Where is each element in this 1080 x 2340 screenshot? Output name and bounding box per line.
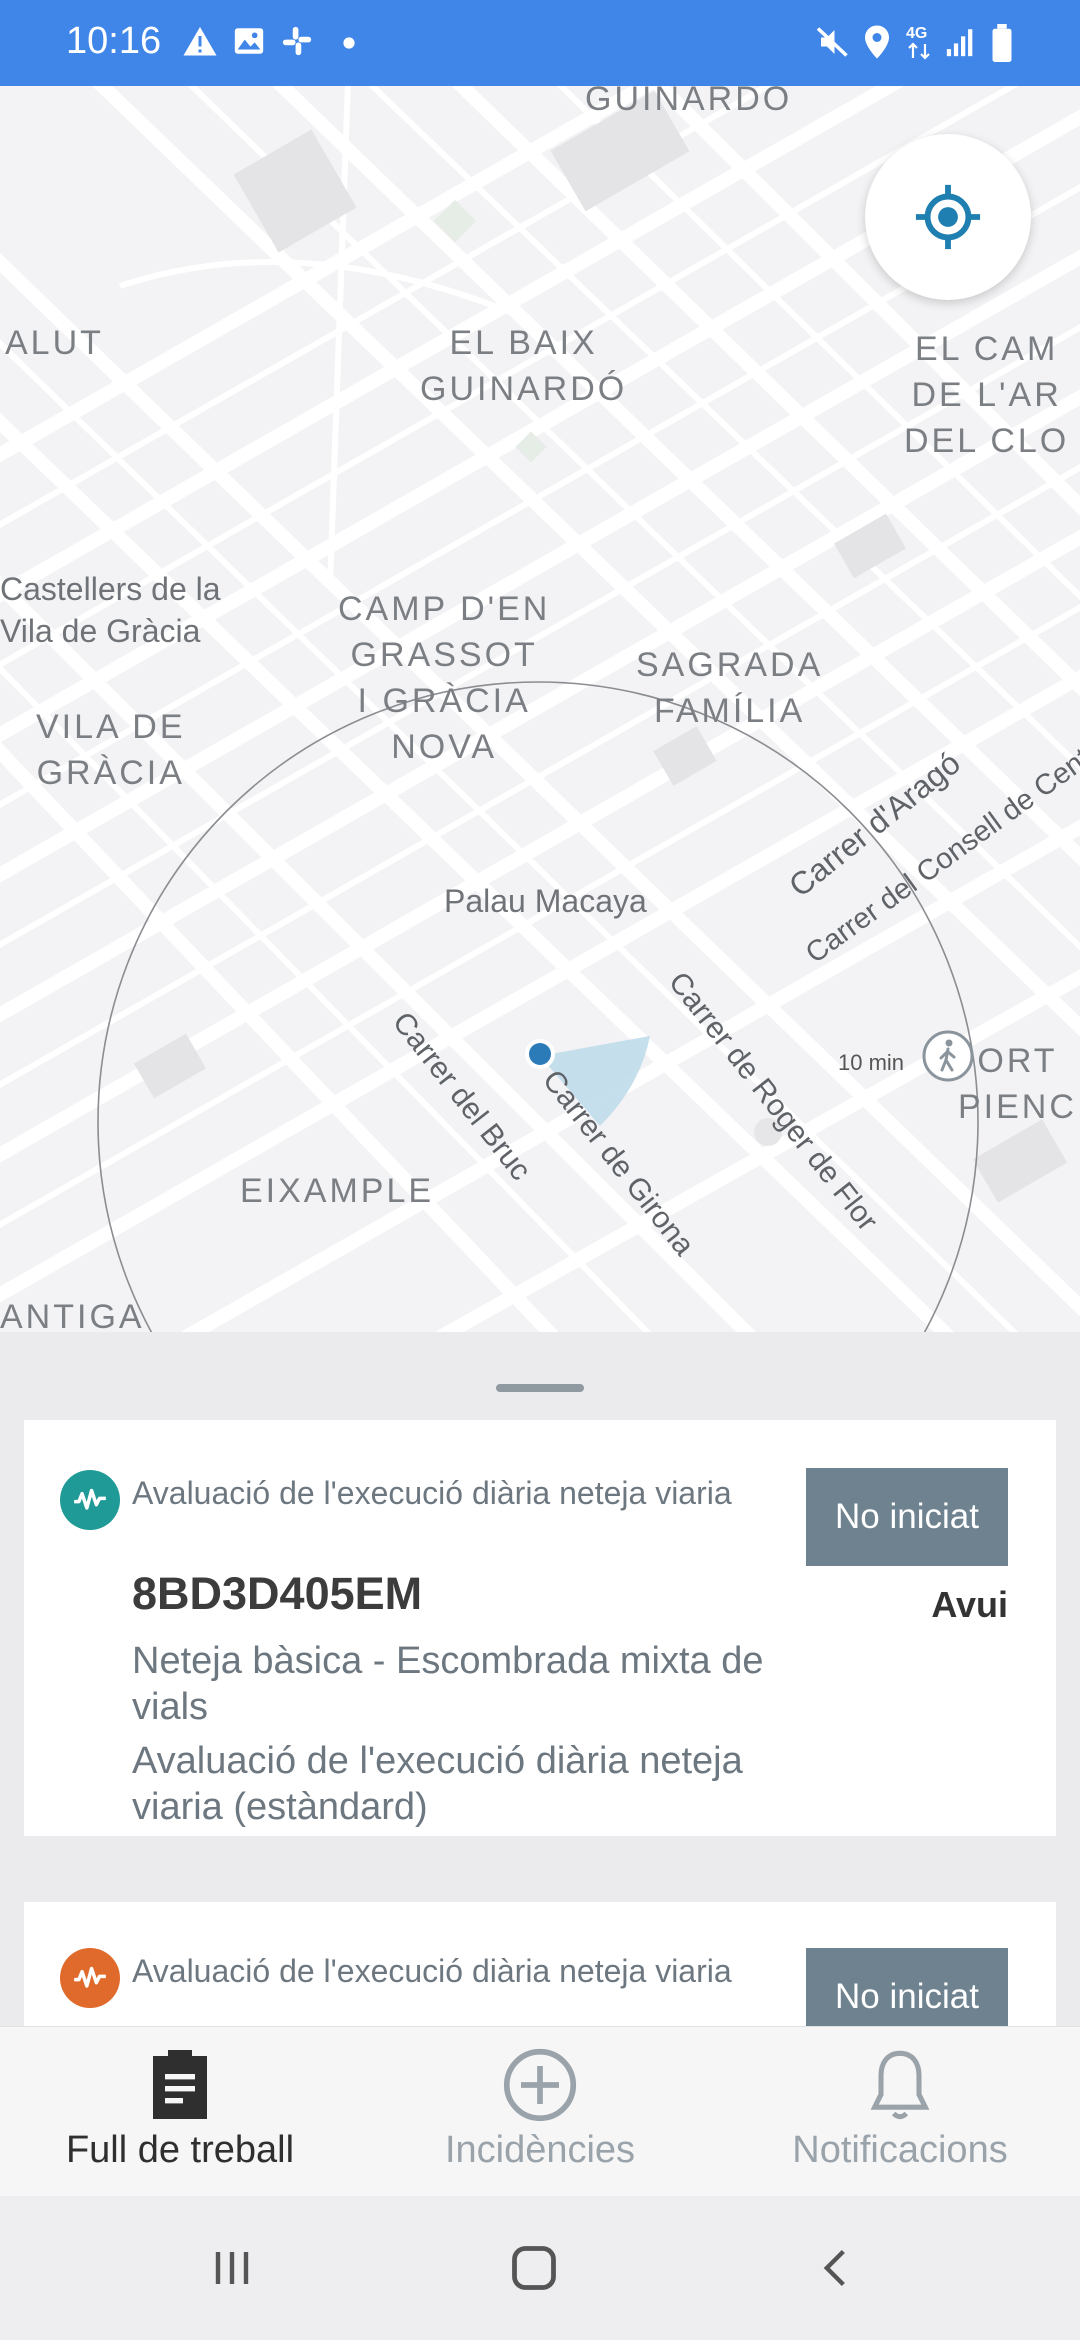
area-label: GUINARDÓ	[585, 86, 793, 118]
task-type: Avaluació de l'execució diària neteja vi…	[132, 1953, 732, 1989]
task-sheet[interactable]: Avaluació de l'execució diària neteja vi…	[0, 1332, 1080, 2026]
task-type: Avaluació de l'execució diària neteja vi…	[132, 1475, 732, 1511]
waveform-icon	[74, 1966, 106, 1988]
sheet-drag-handle[interactable]	[496, 1384, 584, 1392]
area-label: CAMP D'EN GRASSOT I GRÀCIA NOVA	[338, 590, 551, 766]
dot-icon	[343, 37, 355, 49]
tab-label: Incidències	[444, 2129, 636, 2171]
area-label: ALUT	[5, 324, 104, 362]
task-code: 8BD3D405EM	[132, 1568, 423, 1619]
task-template: Avaluació de l'execució diària neteja vi…	[132, 1740, 743, 1828]
mute-icon	[816, 27, 848, 57]
poi-label: Castellers de la Vila de Gràcia	[0, 571, 221, 649]
recents-icon	[215, 2252, 249, 2284]
pedestrian-icon	[922, 1030, 974, 1082]
status-bar: 10:16 4G	[0, 0, 1080, 86]
area-label: EL CAM DE L'AR DEL CLO	[904, 330, 1070, 460]
battery-icon	[992, 24, 1012, 62]
task-card[interactable]: Avaluació de l'execució diària neteja vi…	[24, 1420, 1056, 1836]
area-label: SAGRADA FAMÍLIA	[636, 646, 824, 730]
home-button[interactable]	[434, 2196, 634, 2340]
locate-me-button[interactable]	[865, 134, 1031, 300]
svg-text:4G: 4G	[906, 25, 927, 42]
home-icon	[512, 2246, 556, 2290]
system-navigation-bar	[0, 2196, 1080, 2340]
area-label: VILA DE GRÀCIA	[36, 708, 186, 792]
back-button[interactable]	[736, 2196, 936, 2340]
task-date: Avui	[931, 1584, 1008, 1625]
signal-icon	[946, 29, 973, 57]
status-button[interactable]: No iniciat	[806, 1948, 1008, 2026]
warning-icon	[183, 27, 217, 56]
status-time: 10:16	[66, 20, 162, 62]
tab-label: Full de treball	[65, 2129, 295, 2171]
area-label: ANTIGA	[0, 1298, 145, 1332]
add-circle-icon	[503, 2048, 577, 2122]
walk-time: 10 min	[838, 1050, 905, 1075]
tab-incidencies[interactable]: Incidències	[360, 2027, 720, 2197]
task-type-badge	[60, 1948, 120, 2008]
area-label: EIXAMPLE	[240, 1172, 435, 1210]
poi-label: Palau Macaya	[444, 883, 647, 919]
status-button[interactable]: No iniciat	[806, 1468, 1008, 1566]
4g-icon: 4G	[906, 25, 930, 60]
area-label: ORT PIENC	[958, 1042, 1077, 1126]
tab-notificacions[interactable]: Notificacions	[720, 2027, 1080, 2197]
bottom-navigation: Full de treball Incidències Notificacion…	[0, 2026, 1080, 2196]
tab-label: Notificacions	[792, 2129, 1008, 2171]
crosshair-icon	[915, 184, 981, 250]
location-icon	[865, 25, 889, 59]
waveform-icon	[74, 1488, 106, 1510]
bell-icon	[870, 2050, 930, 2120]
tab-full-de-treball[interactable]: Full de treball	[0, 2027, 360, 2197]
task-card[interactable]: Avaluació de l'execució diària neteja vi…	[24, 1902, 1056, 2026]
clipboard-icon	[153, 2050, 207, 2119]
back-icon	[823, 2249, 845, 2287]
area-label: EL BAIX GUINARDÓ	[420, 324, 628, 408]
map-view[interactable]: GUINARDÓ ALUT EL BAIX GUINARDÓ EL CAM DE…	[0, 86, 1080, 1332]
task-description: Neteja bàsica - Escombrada mixta de vial…	[132, 1640, 764, 1728]
slack-icon	[282, 26, 312, 56]
image-icon	[234, 28, 264, 54]
recents-button[interactable]	[132, 2196, 332, 2340]
task-type-badge	[60, 1470, 120, 1530]
